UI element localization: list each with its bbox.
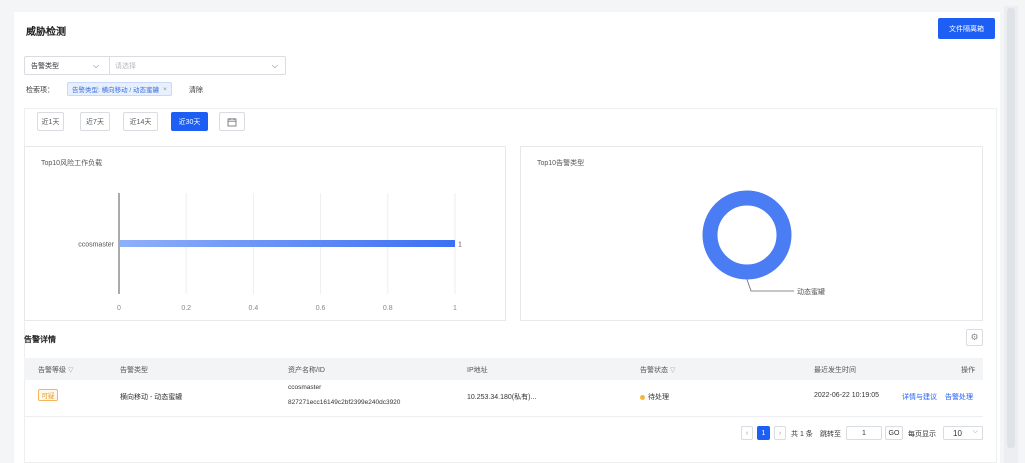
detail-link[interactable]: 详情与建议	[902, 392, 937, 402]
alert-type-cell: 横向移动 - 动态蜜罐	[120, 394, 183, 401]
chevron-down-icon: ⌵	[93, 61, 100, 70]
status-cell: 待处理	[640, 392, 669, 402]
alert-type-filter: 告警类型 ⌵ 请选择 ⌵	[24, 56, 286, 75]
filter-icon[interactable]: ▽	[68, 367, 73, 374]
alert-details-title: 告警详情	[24, 335, 56, 344]
filter-value-select[interactable]: 请选择 ⌵	[110, 57, 285, 74]
page-title: 威胁检测	[26, 27, 66, 38]
table-header: 告警等级 ▽ 告警类型 资产名称/ID IP地址 告警状态 ▽ 最近发生时间 操…	[24, 358, 983, 380]
filter-type-label: 告警类型	[31, 62, 59, 70]
risk-workload-bar-chart: 0 0.2 0.4 0.6 0.8 1 ccosmaster 1	[78, 193, 462, 312]
total-count: 共 1 条	[791, 431, 813, 438]
range-14days-button[interactable]: 近14天	[123, 112, 158, 131]
th-ip: IP地址	[467, 367, 488, 374]
filter-type-select[interactable]: 告警类型 ⌵	[25, 57, 110, 74]
page-size-label: 每页显示	[908, 431, 936, 438]
x-tick-label: 0.8	[383, 305, 393, 312]
range-30days-button[interactable]: 近30天	[171, 112, 208, 131]
range-7days-button[interactable]: 近7天	[80, 112, 110, 131]
jump-label: 跳转至	[820, 431, 841, 438]
page-size-select[interactable]: 10 ⌵	[943, 426, 983, 440]
go-button[interactable]: GO	[885, 426, 903, 440]
gear-icon: ⚙	[970, 332, 979, 342]
next-page-button[interactable]: ›	[774, 426, 786, 440]
x-tick-label: 0.2	[181, 305, 191, 312]
donut-slice-label: 动态蜜罐	[797, 287, 825, 296]
page-scrollbar[interactable]	[1004, 6, 1018, 463]
filter-icon[interactable]: ▽	[670, 367, 675, 374]
table-settings-button[interactable]: ⚙	[966, 329, 983, 346]
alert-type-chart-card: Top10告警类型 动态蜜罐	[520, 146, 983, 321]
filter-value-placeholder: 请选择	[115, 62, 136, 70]
page-1-button[interactable]: 1	[757, 426, 770, 440]
asset-id-cell: 827271ecc16149c2bf2399e240dc3920	[288, 399, 401, 406]
data-label: 1	[458, 242, 462, 249]
time-cell: 2022-06-22 10:19:05	[814, 392, 879, 399]
file-quarantine-button[interactable]: 文件隔离箱	[938, 18, 995, 39]
jump-page-input[interactable]: 1	[846, 426, 882, 440]
asset-name-cell: ccosmaster	[288, 384, 322, 391]
risk-workload-chart-card: Top10风险工作负载 0 0.2 0.4 0.6 0.8 1 ccosmaster 1	[24, 146, 506, 321]
th-actions: 操作	[961, 367, 975, 374]
search-tag: 告警类型: 横向移动 / 动态蜜罐 ×	[67, 82, 172, 96]
x-tick-label: 0	[117, 305, 121, 312]
th-type: 告警类型	[120, 367, 148, 374]
level-badge: 可疑	[38, 389, 58, 401]
ip-cell: 10.253.34.180(私有)...	[467, 394, 537, 401]
x-tick-label: 1	[453, 305, 457, 312]
prev-page-button[interactable]: ‹	[741, 426, 753, 440]
bar	[120, 240, 455, 247]
th-asset: 资产名称/ID	[288, 367, 325, 374]
th-time: 最近发生时间	[814, 367, 856, 374]
x-tick-label: 0.6	[316, 305, 326, 312]
status-dot	[640, 394, 645, 400]
category-label: ccosmaster	[78, 242, 114, 249]
search-tag-text: 告警类型: 横向移动 / 动态蜜罐	[72, 87, 160, 94]
x-tick-label: 0.4	[249, 305, 259, 312]
th-level[interactable]: 告警等级 ▽	[38, 365, 73, 375]
clear-search-link[interactable]: 清除	[189, 85, 203, 95]
donut-slice	[702, 190, 792, 280]
calendar-icon	[227, 117, 237, 126]
close-icon[interactable]: ×	[163, 86, 167, 93]
row-divider	[24, 416, 983, 417]
calendar-button[interactable]	[219, 112, 245, 131]
scrollbar-thumb[interactable]	[1007, 8, 1015, 448]
donut-leader-line	[746, 279, 794, 292]
chevron-down-icon: ⌵	[972, 428, 978, 435]
search-items-label: 检索项：	[26, 87, 54, 94]
chevron-down-icon: ⌵	[271, 61, 278, 70]
handle-alert-link[interactable]: 告警处理	[945, 392, 973, 402]
range-1day-button[interactable]: 近1天	[37, 112, 64, 131]
th-status[interactable]: 告警状态 ▽	[640, 365, 675, 375]
alert-type-donut-chart: 动态蜜罐	[702, 190, 825, 296]
